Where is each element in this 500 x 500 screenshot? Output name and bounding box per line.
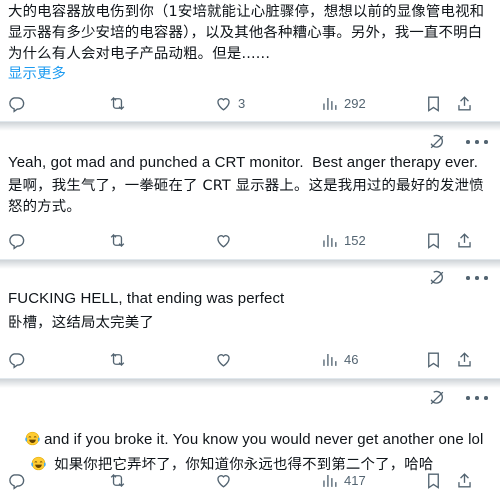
grok-button[interactable] [427,388,447,408]
reply-3-text: FUCKING HELL, that ending was perfect [8,290,285,307]
grok-button[interactable] [427,268,447,288]
reply-icon [9,352,25,369]
views-button[interactable]: 152 [320,229,366,251]
views-icon [323,97,337,110]
repost-icon [110,473,125,487]
like-count: 3 [238,95,246,111]
reply-separator [0,260,500,269]
repost-button[interactable] [108,348,127,370]
like-button[interactable] [214,469,233,491]
like-button[interactable]: 3 [214,92,245,114]
views-button[interactable]: 417 [320,469,366,491]
more-button[interactable] [466,137,488,147]
views-count: 46 [344,351,359,367]
views-button[interactable]: 292 [320,92,366,114]
repost-icon [110,352,125,366]
share-button[interactable] [455,229,474,251]
reply-1-actions: 3 292 [0,92,500,114]
bookmark-button[interactable] [424,92,443,114]
reply-separator [0,122,500,131]
bookmark-button[interactable] [424,348,443,370]
grok-icon [430,270,444,285]
like-icon [217,97,230,111]
reply-3-translated-text: 卧槽，这结局太完美了 [8,315,154,331]
repost-icon [110,233,125,247]
more-button[interactable] [466,273,488,283]
bookmark-icon [428,351,439,368]
share-icon [458,472,471,488]
share-icon [458,232,471,248]
like-icon [217,353,230,367]
share-button[interactable] [455,469,474,491]
show-more-link[interactable]: 显示更多 [8,64,66,85]
bookmark-icon [428,472,439,489]
reply-1-translated-text: 大的电容器放电伤到你（1安培就能让心脏骤停，想想以前的显像管电视和显示器有多少安… [8,4,485,62]
views-count: 292 [344,95,366,111]
views-count: 152 [344,232,366,248]
reply-icon [9,96,25,113]
like-icon [217,234,230,248]
reply-button[interactable] [7,469,26,491]
repost-button[interactable] [108,469,127,491]
like-button[interactable] [214,229,233,251]
reply-icon [9,473,25,490]
repost-button[interactable] [108,229,127,251]
reply-button[interactable] [7,229,26,251]
reply-button[interactable] [7,348,26,370]
repost-icon [110,96,125,110]
bookmark-icon [428,95,439,112]
reply-button[interactable] [7,92,26,114]
reply-2-text: Yeah, got mad and punched a CRT monitor.… [8,154,478,171]
bookmark-icon [428,232,439,249]
views-count: 417 [344,472,366,488]
bookmark-button[interactable] [424,229,443,251]
share-icon [458,95,471,111]
bookmark-button[interactable] [424,469,443,491]
views-icon [323,353,337,366]
views-icon [323,474,337,487]
reply-4-actions: 417 [0,469,500,491]
reply-2-translated-text: 是啊，我生气了，一拳砸在了 CRT 显示器上。这是我用过的最好的发泄愤怒的方式。 [8,178,484,215]
share-button[interactable] [455,92,474,114]
reply-icon [9,233,25,250]
reply-separator [0,379,500,388]
views-icon [323,234,337,247]
grok-icon [430,134,444,149]
grok-icon [430,390,444,405]
like-button[interactable] [214,348,233,370]
reply-3-actions: 46 [0,348,500,370]
share-button[interactable] [455,348,474,370]
repost-button[interactable] [108,92,127,114]
share-icon [458,351,471,367]
reply-2-actions: 152 [0,229,500,251]
like-icon [217,474,230,488]
views-button[interactable]: 46 [320,348,358,370]
grok-button[interactable] [427,132,447,152]
more-button[interactable] [466,393,488,403]
